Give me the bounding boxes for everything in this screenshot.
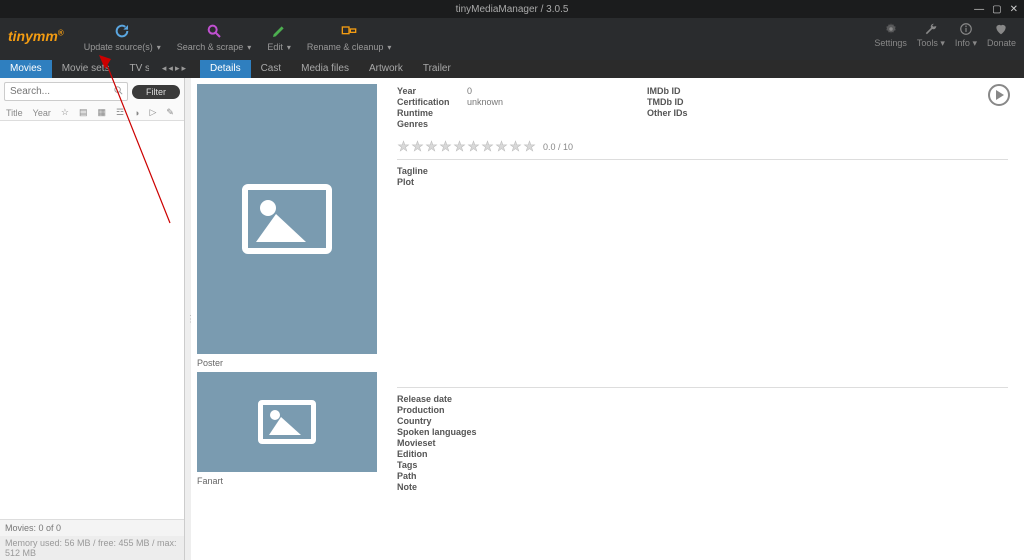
col-watched-icon[interactable]: ◑: [132, 108, 141, 118]
refresh-icon: [114, 23, 130, 39]
window-title: tinyMediaManager / 3.0.5: [456, 4, 569, 15]
pencil-icon: [271, 23, 287, 39]
path-label: Path: [397, 471, 1008, 481]
tab-artwork[interactable]: Artwork: [359, 60, 413, 78]
tab-tv-shows[interactable]: TV shows: [119, 60, 149, 78]
movie-list-panel: Filter Title Year ☆ ▤ ▦ ☲ ◑ ▷ ✎ Movies: …: [0, 78, 185, 560]
info-button[interactable]: Info ▾: [955, 22, 977, 49]
status-memory: Memory used: 56 MB / free: 455 MB / max:…: [0, 536, 184, 560]
runtime-label: Runtime: [397, 108, 467, 118]
wrench-icon: [924, 22, 938, 36]
window-minimize-button[interactable]: —: [974, 4, 984, 15]
movie-list[interactable]: [0, 121, 184, 519]
play-button[interactable]: [988, 84, 1010, 106]
country-label: Country: [397, 416, 1008, 426]
col-year[interactable]: Year: [31, 108, 53, 118]
tab-details[interactable]: Details: [200, 60, 251, 78]
tab-media-files[interactable]: Media files: [291, 60, 359, 78]
note-label: Note: [397, 482, 1008, 492]
rating-value: 0.0 / 10: [543, 142, 573, 152]
magnify-icon: [206, 23, 222, 39]
rating-stars: 0.0 / 10: [397, 140, 1008, 153]
col-nfo-icon[interactable]: ▤: [77, 107, 90, 118]
info-icon: [959, 22, 973, 36]
gear-icon: [884, 22, 898, 36]
image-placeholder-icon: [242, 184, 332, 254]
rename-cleanup-button[interactable]: Rename & cleanup: [307, 22, 392, 52]
movieset-label: Movieset: [397, 438, 1008, 448]
genres-label: Genres: [397, 119, 467, 129]
filter-button[interactable]: Filter: [132, 85, 180, 99]
artwork-column: Poster Fanart: [191, 78, 381, 560]
fanart-label: Fanart: [197, 476, 375, 486]
certification-value: unknown: [467, 97, 503, 107]
year-label: Year: [397, 86, 467, 96]
heart-icon: [994, 22, 1008, 36]
settings-button[interactable]: Settings: [874, 22, 907, 48]
col-edit-icon[interactable]: ✎: [164, 107, 176, 118]
update-sources-button[interactable]: Update source(s): [84, 22, 161, 52]
col-play-icon[interactable]: ▷: [147, 107, 158, 118]
spoken-languages-label: Spoken languages: [397, 427, 1008, 437]
main-toolbar: tinymm® Update source(s) Search & scrape…: [0, 18, 1024, 60]
library-tabstrip: Movies Movie sets TV shows ◂◂▸▸: [0, 60, 190, 78]
tab-movie-sets[interactable]: Movie sets: [52, 60, 120, 78]
edition-label: Edition: [397, 449, 1008, 459]
col-title[interactable]: Title: [4, 108, 25, 118]
search-input[interactable]: [4, 82, 128, 101]
fanart-placeholder[interactable]: [197, 372, 377, 472]
col-subs-icon[interactable]: ☲: [114, 107, 126, 118]
tagline-label: Tagline: [397, 166, 467, 176]
search-icon: [113, 85, 124, 99]
donate-button[interactable]: Donate: [987, 22, 1016, 48]
tools-button[interactable]: Tools ▾: [917, 22, 945, 49]
imdbid-label: IMDb ID: [647, 86, 717, 96]
col-star-icon[interactable]: ☆: [59, 107, 71, 118]
col-image-icon[interactable]: ▦: [95, 107, 108, 118]
year-value: 0: [467, 86, 472, 96]
tab-cast[interactable]: Cast: [251, 60, 292, 78]
tab-scroll-arrows[interactable]: ◂◂▸▸: [158, 60, 190, 78]
metadata-column: Year0 Certificationunknown Runtime Genre…: [381, 78, 1024, 560]
poster-placeholder[interactable]: [197, 84, 377, 354]
certification-label: Certification: [397, 97, 467, 107]
release-date-label: Release date: [397, 394, 1008, 404]
tab-movies[interactable]: Movies: [0, 60, 52, 78]
rename-icon: [341, 23, 357, 39]
window-close-button[interactable]: ✕: [1010, 4, 1018, 15]
app-logo: tinymm®: [8, 28, 64, 44]
edit-button[interactable]: Edit: [267, 22, 291, 52]
tmdbid-label: TMDb ID: [647, 97, 717, 107]
tab-trailer[interactable]: Trailer: [413, 60, 461, 78]
content-area: Filter Title Year ☆ ▤ ▦ ☲ ◑ ▷ ✎ Movies: …: [0, 78, 1024, 560]
plot-label: Plot: [397, 177, 467, 187]
window-titlebar: tinyMediaManager / 3.0.5 — ▢ ✕: [0, 0, 1024, 18]
search-scrape-button[interactable]: Search & scrape: [177, 22, 252, 52]
image-placeholder-icon: [258, 400, 316, 444]
detail-tabstrip: Details Cast Media files Artwork Trailer: [200, 60, 461, 78]
splitter-handle[interactable]: [185, 78, 191, 560]
otherids-label: Other IDs: [647, 108, 717, 118]
production-label: Production: [397, 405, 1008, 415]
detail-panel: Poster Fanart Year0 Certificationunknown…: [191, 78, 1024, 560]
tags-label: Tags: [397, 460, 1008, 470]
list-column-headers: Title Year ☆ ▤ ▦ ☲ ◑ ▷ ✎: [0, 105, 184, 121]
window-maximize-button[interactable]: ▢: [992, 4, 1001, 15]
poster-label: Poster: [197, 358, 375, 368]
status-movie-count: Movies: 0 of 0: [0, 519, 184, 536]
